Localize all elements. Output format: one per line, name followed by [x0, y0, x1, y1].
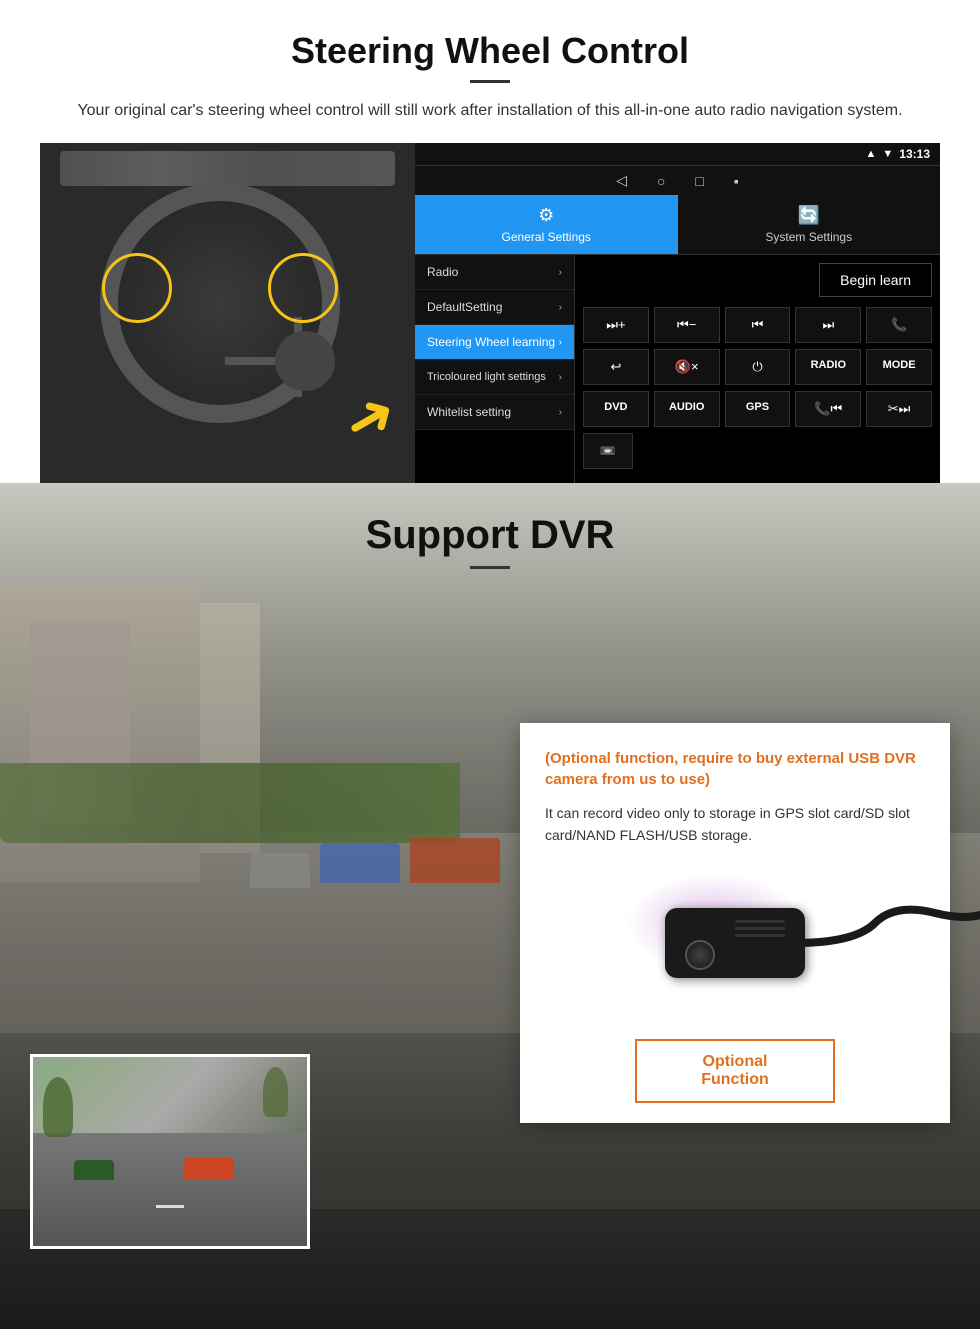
- vent-1: [735, 920, 785, 923]
- camera-lens-icon: [685, 940, 715, 970]
- menu-steering-label: Steering Wheel learning: [427, 335, 555, 349]
- ctrl-audio[interactable]: AUDIO: [654, 391, 720, 427]
- dvr-content: Support DVR: [0, 483, 980, 579]
- ctrl-power[interactable]: ⏻: [725, 349, 791, 385]
- ctrl-gps[interactable]: GPS: [725, 391, 791, 427]
- chevron-icon: ›: [559, 372, 562, 383]
- dvr-section: Support DVR (Optional function, require …: [0, 483, 980, 1329]
- road-line: [156, 1205, 183, 1208]
- ctrl-hang-up[interactable]: ↩: [583, 349, 649, 385]
- android-statusbar: ▲ ▼ 13:13: [415, 143, 940, 165]
- camera-vents: [735, 920, 785, 937]
- ctrl-radio[interactable]: RADIO: [795, 349, 861, 385]
- wheel-hub: [275, 331, 335, 391]
- ctrl-mode[interactable]: MODE: [866, 349, 932, 385]
- ctrl-next-track[interactable]: ⏭: [795, 307, 861, 343]
- tab-general-settings[interactable]: ⚙ General Settings: [415, 195, 678, 254]
- dvr-divider: [470, 566, 510, 569]
- ctrl-phone-prev[interactable]: 📞⏮: [795, 391, 861, 427]
- menu-radio-label: Radio: [427, 265, 458, 279]
- chevron-icon: ›: [559, 337, 562, 348]
- system-icon: 🔄: [798, 205, 820, 226]
- preview-car-2: [184, 1158, 234, 1180]
- dvr-small-camera-preview: [30, 1054, 310, 1249]
- ctrl-prev-track[interactable]: ⏮: [725, 307, 791, 343]
- control-panel: Begin learn ⏭+ ⏮− ⏮ ⏭ 📞 ↩ 🔇× ⏻: [575, 255, 940, 483]
- nav-recents-icon[interactable]: □: [695, 173, 703, 189]
- dvr-optional-text: (Optional function, require to buy exter…: [545, 748, 925, 790]
- chevron-icon: ›: [559, 407, 562, 418]
- menu-item-radio[interactable]: Radio ›: [415, 255, 574, 290]
- nav-menu-icon[interactable]: ▪: [734, 173, 739, 189]
- menu-default-label: DefaultSetting: [427, 300, 502, 314]
- gear-icon: ⚙: [538, 205, 554, 226]
- settings-menu: Radio › DefaultSetting › Steering Wheel …: [415, 255, 575, 483]
- ctrl-dvd[interactable]: DVD: [583, 391, 649, 427]
- begin-learn-button[interactable]: Begin learn: [819, 263, 932, 297]
- menu-item-tricoloured[interactable]: Tricoloured light settings ›: [415, 360, 574, 395]
- usb-cable-svg: [795, 893, 980, 983]
- steering-section: Steering Wheel Control Your original car…: [0, 0, 980, 483]
- ctrl-cut-next[interactable]: ✂⏭: [866, 391, 932, 427]
- dvr-info-card: (Optional function, require to buy exter…: [520, 723, 950, 1123]
- menu-tricoloured-label: Tricoloured light settings: [427, 370, 546, 384]
- dvr-cam-body: [665, 908, 805, 978]
- steering-panel: ➜ ▲ ▼ 13:13 ◁ ○ □ ▪ ⚙ General Settings: [40, 143, 940, 483]
- nav-home-icon[interactable]: ○: [657, 173, 665, 189]
- ctrl-mute[interactable]: 🔇×: [654, 349, 720, 385]
- settings-body: Radio › DefaultSetting › Steering Wheel …: [415, 255, 940, 483]
- android-nav-bar: ◁ ○ □ ▪: [415, 165, 940, 195]
- preview-road: [33, 1133, 307, 1246]
- nav-back-icon[interactable]: ◁: [616, 172, 627, 189]
- highlight-circle-left: [102, 253, 172, 323]
- vent-2: [735, 927, 785, 930]
- menu-item-whitelist[interactable]: Whitelist setting ›: [415, 395, 574, 430]
- optional-function-button[interactable]: Optional Function: [635, 1039, 835, 1103]
- signal-icon: ▲: [866, 148, 877, 160]
- arrow-indicator: ➜: [331, 375, 410, 461]
- chevron-icon: ›: [559, 267, 562, 278]
- vent-3: [735, 934, 785, 937]
- steering-photo: ➜: [40, 143, 415, 483]
- title-divider1: [470, 80, 510, 83]
- status-time: 13:13: [899, 147, 930, 161]
- menu-item-steering-wheel[interactable]: Steering Wheel learning ›: [415, 325, 574, 360]
- dvr-body-text: It can record video only to storage in G…: [545, 802, 925, 847]
- section1-title: Steering Wheel Control: [40, 30, 940, 72]
- ctrl-dvr[interactable]: 📼: [583, 433, 633, 469]
- menu-item-default-setting[interactable]: DefaultSetting ›: [415, 290, 574, 325]
- control-row-2: ↩ 🔇× ⏻ RADIO MODE: [583, 349, 932, 385]
- wifi-icon: ▼: [882, 148, 893, 160]
- highlight-circle-right: [268, 253, 338, 323]
- ctrl-vol-up[interactable]: ⏭+: [583, 307, 649, 343]
- settings-tabs: ⚙ General Settings 🔄 System Settings: [415, 195, 940, 255]
- android-ui-panel: ▲ ▼ 13:13 ◁ ○ □ ▪ ⚙ General Settings 🔄 S: [415, 143, 940, 483]
- tab-system-label: System Settings: [765, 230, 852, 244]
- menu-whitelist-label: Whitelist setting: [427, 405, 511, 419]
- chevron-icon: ›: [559, 302, 562, 313]
- dvr-title-area: Support DVR: [0, 483, 980, 579]
- dashboard-gauges: [60, 151, 395, 186]
- tab-general-label: General Settings: [502, 230, 591, 244]
- dvr-title: Support DVR: [0, 513, 980, 558]
- control-row-4: 📼: [583, 433, 932, 469]
- ctrl-phone[interactable]: 📞: [866, 307, 932, 343]
- preview-car-1: [74, 1160, 114, 1180]
- control-row-1: ⏭+ ⏮− ⏮ ⏭ 📞: [583, 307, 932, 343]
- section1-subtitle: Your original car's steering wheel contr…: [40, 99, 940, 123]
- tab-system-settings[interactable]: 🔄 System Settings: [678, 195, 941, 254]
- control-row-3: DVD AUDIO GPS 📞⏮ ✂⏭: [583, 391, 932, 427]
- ctrl-vol-down[interactable]: ⏮−: [654, 307, 720, 343]
- dvr-camera-image: [545, 863, 925, 1023]
- control-top-row: Begin learn: [583, 263, 932, 297]
